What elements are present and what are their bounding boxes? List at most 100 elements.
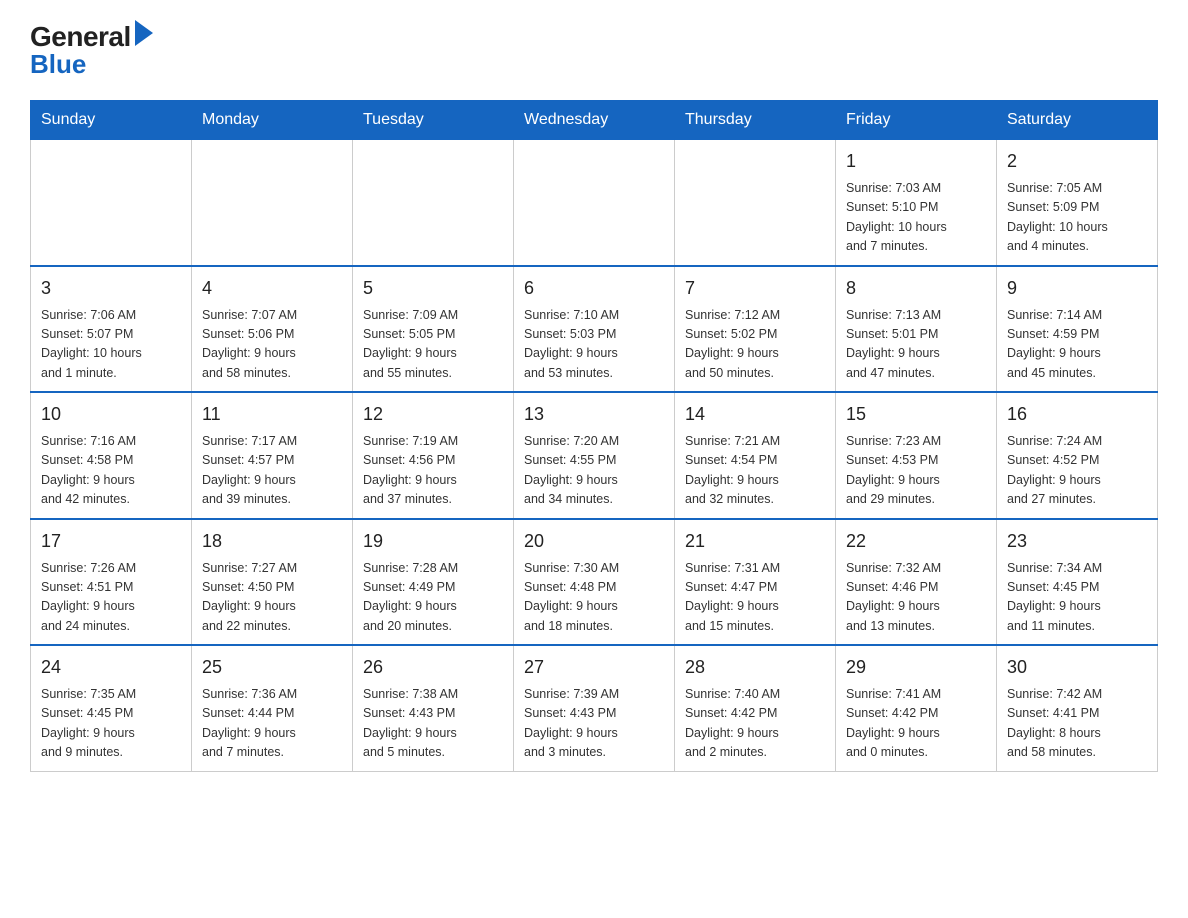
logo-blue-text: Blue: [30, 49, 86, 80]
calendar-day-cell: 29 Sunrise: 7:41 AMSunset: 4:42 PMDayligh…: [836, 645, 997, 771]
day-number: 10: [41, 401, 181, 428]
day-number: 14: [685, 401, 825, 428]
calendar-day-cell: 1 Sunrise: 7:03 AMSunset: 5:10 PMDaylight…: [836, 140, 997, 266]
calendar-week-row: 24 Sunrise: 7:35 AMSunset: 4:45 PMDayligh…: [31, 645, 1158, 771]
day-info: Sunrise: 7:41 AMSunset: 4:42 PMDaylight:…: [846, 685, 986, 763]
calendar-day-cell: 16 Sunrise: 7:24 AMSunset: 4:52 PMDayligh…: [997, 392, 1158, 519]
day-number: 18: [202, 528, 342, 555]
calendar-day-cell: 14 Sunrise: 7:21 AMSunset: 4:54 PMDayligh…: [675, 392, 836, 519]
day-info: Sunrise: 7:12 AMSunset: 5:02 PMDaylight:…: [685, 306, 825, 384]
day-info: Sunrise: 7:24 AMSunset: 4:52 PMDaylight:…: [1007, 432, 1147, 510]
day-number: 3: [41, 275, 181, 302]
calendar-day-cell: 2 Sunrise: 7:05 AMSunset: 5:09 PMDaylight…: [997, 140, 1158, 266]
weekday-header-tuesday: Tuesday: [353, 101, 514, 140]
calendar-day-cell: 15Sunrise: 7:23 AMSunset: 4:53 PMDayligh…: [836, 392, 997, 519]
day-number: 4: [202, 275, 342, 302]
calendar-day-cell: [31, 140, 192, 266]
day-number: 23: [1007, 528, 1147, 555]
weekday-header-row: SundayMondayTuesdayWednesdayThursdayFrid…: [31, 101, 1158, 140]
day-info: Sunrise: 7:19 AMSunset: 4:56 PMDaylight:…: [363, 432, 503, 510]
weekday-header-monday: Monday: [192, 101, 353, 140]
day-number: 30: [1007, 654, 1147, 681]
day-number: 16: [1007, 401, 1147, 428]
day-number: 13: [524, 401, 664, 428]
day-info: Sunrise: 7:30 AMSunset: 4:48 PMDaylight:…: [524, 559, 664, 637]
calendar-day-cell: 26 Sunrise: 7:38 AMSunset: 4:43 PMDayligh…: [353, 645, 514, 771]
day-number: 24: [41, 654, 181, 681]
calendar-day-cell: 17Sunrise: 7:26 AMSunset: 4:51 PMDayligh…: [31, 519, 192, 646]
day-info: Sunrise: 7:39 AMSunset: 4:43 PMDaylight:…: [524, 685, 664, 763]
calendar-day-cell: 23 Sunrise: 7:34 AMSunset: 4:45 PMDayligh…: [997, 519, 1158, 646]
calendar-table: SundayMondayTuesdayWednesdayThursdayFrid…: [30, 100, 1158, 772]
calendar-day-cell: [514, 140, 675, 266]
day-info: Sunrise: 7:05 AMSunset: 5:09 PMDaylight:…: [1007, 179, 1147, 257]
calendar-day-cell: 30 Sunrise: 7:42 AMSunset: 4:41 PMDayligh…: [997, 645, 1158, 771]
day-info: Sunrise: 7:20 AMSunset: 4:55 PMDaylight:…: [524, 432, 664, 510]
day-info: Sunrise: 7:36 AMSunset: 4:44 PMDaylight:…: [202, 685, 342, 763]
day-info: Sunrise: 7:42 AMSunset: 4:41 PMDaylight:…: [1007, 685, 1147, 763]
day-number: 21: [685, 528, 825, 555]
day-number: 29: [846, 654, 986, 681]
day-number: 12: [363, 401, 503, 428]
calendar-day-cell: [192, 140, 353, 266]
day-number: 26: [363, 654, 503, 681]
logo-general-text: General: [30, 21, 131, 52]
day-number: 27: [524, 654, 664, 681]
calendar-day-cell: 24 Sunrise: 7:35 AMSunset: 4:45 PMDayligh…: [31, 645, 192, 771]
day-number: 1: [846, 148, 986, 175]
calendar-day-cell: 11 Sunrise: 7:17 AMSunset: 4:57 PMDayligh…: [192, 392, 353, 519]
day-info: Sunrise: 7:34 AMSunset: 4:45 PMDaylight:…: [1007, 559, 1147, 637]
calendar-day-cell: 6 Sunrise: 7:10 AMSunset: 5:03 PMDaylight…: [514, 266, 675, 393]
day-number: 7: [685, 275, 825, 302]
day-number: 8: [846, 275, 986, 302]
day-info: Sunrise: 7:13 AMSunset: 5:01 PMDaylight:…: [846, 306, 986, 384]
calendar-week-row: 10Sunrise: 7:16 AMSunset: 4:58 PMDayligh…: [31, 392, 1158, 519]
day-info: Sunrise: 7:09 AMSunset: 5:05 PMDaylight:…: [363, 306, 503, 384]
day-number: 19: [363, 528, 503, 555]
day-number: 9: [1007, 275, 1147, 302]
day-info: Sunrise: 7:17 AMSunset: 4:57 PMDaylight:…: [202, 432, 342, 510]
weekday-header-wednesday: Wednesday: [514, 101, 675, 140]
calendar-day-cell: [353, 140, 514, 266]
day-number: 2: [1007, 148, 1147, 175]
weekday-header-thursday: Thursday: [675, 101, 836, 140]
calendar-week-row: 17Sunrise: 7:26 AMSunset: 4:51 PMDayligh…: [31, 519, 1158, 646]
day-number: 11: [202, 401, 342, 428]
calendar-week-row: 3 Sunrise: 7:06 AMSunset: 5:07 PMDaylight…: [31, 266, 1158, 393]
day-info: Sunrise: 7:06 AMSunset: 5:07 PMDaylight:…: [41, 306, 181, 384]
calendar-day-cell: 22Sunrise: 7:32 AMSunset: 4:46 PMDayligh…: [836, 519, 997, 646]
day-info: Sunrise: 7:03 AMSunset: 5:10 PMDaylight:…: [846, 179, 986, 257]
calendar-day-cell: 21 Sunrise: 7:31 AMSunset: 4:47 PMDayligh…: [675, 519, 836, 646]
day-number: 5: [363, 275, 503, 302]
day-info: Sunrise: 7:14 AMSunset: 4:59 PMDaylight:…: [1007, 306, 1147, 384]
day-info: Sunrise: 7:10 AMSunset: 5:03 PMDaylight:…: [524, 306, 664, 384]
weekday-header-friday: Friday: [836, 101, 997, 140]
calendar-week-row: 1 Sunrise: 7:03 AMSunset: 5:10 PMDaylight…: [31, 140, 1158, 266]
day-info: Sunrise: 7:35 AMSunset: 4:45 PMDaylight:…: [41, 685, 181, 763]
calendar-day-cell: 20Sunrise: 7:30 AMSunset: 4:48 PMDayligh…: [514, 519, 675, 646]
day-info: Sunrise: 7:31 AMSunset: 4:47 PMDaylight:…: [685, 559, 825, 637]
calendar-day-cell: 5 Sunrise: 7:09 AMSunset: 5:05 PMDaylight…: [353, 266, 514, 393]
day-info: Sunrise: 7:27 AMSunset: 4:50 PMDaylight:…: [202, 559, 342, 637]
calendar-day-cell: 19 Sunrise: 7:28 AMSunset: 4:49 PMDayligh…: [353, 519, 514, 646]
logo: General Blue: [30, 20, 153, 80]
day-number: 15: [846, 401, 986, 428]
day-info: Sunrise: 7:21 AMSunset: 4:54 PMDaylight:…: [685, 432, 825, 510]
day-number: 6: [524, 275, 664, 302]
calendar-day-cell: 25Sunrise: 7:36 AMSunset: 4:44 PMDayligh…: [192, 645, 353, 771]
day-info: Sunrise: 7:07 AMSunset: 5:06 PMDaylight:…: [202, 306, 342, 384]
day-info: Sunrise: 7:28 AMSunset: 4:49 PMDaylight:…: [363, 559, 503, 637]
logo-blue-row: Blue: [30, 49, 86, 80]
calendar-day-cell: 27 Sunrise: 7:39 AMSunset: 4:43 PMDayligh…: [514, 645, 675, 771]
day-info: Sunrise: 7:26 AMSunset: 4:51 PMDaylight:…: [41, 559, 181, 637]
day-number: 28: [685, 654, 825, 681]
calendar-day-cell: 9 Sunrise: 7:14 AMSunset: 4:59 PMDaylight…: [997, 266, 1158, 393]
logo-arrow-icon: [135, 20, 153, 46]
calendar-day-cell: 8 Sunrise: 7:13 AMSunset: 5:01 PMDaylight…: [836, 266, 997, 393]
calendar-day-cell: 4 Sunrise: 7:07 AMSunset: 5:06 PMDaylight…: [192, 266, 353, 393]
day-info: Sunrise: 7:38 AMSunset: 4:43 PMDaylight:…: [363, 685, 503, 763]
calendar-day-cell: 12 Sunrise: 7:19 AMSunset: 4:56 PMDayligh…: [353, 392, 514, 519]
weekday-header-sunday: Sunday: [31, 101, 192, 140]
page-header: General Blue: [30, 20, 1158, 80]
calendar-day-cell: 7 Sunrise: 7:12 AMSunset: 5:02 PMDaylight…: [675, 266, 836, 393]
